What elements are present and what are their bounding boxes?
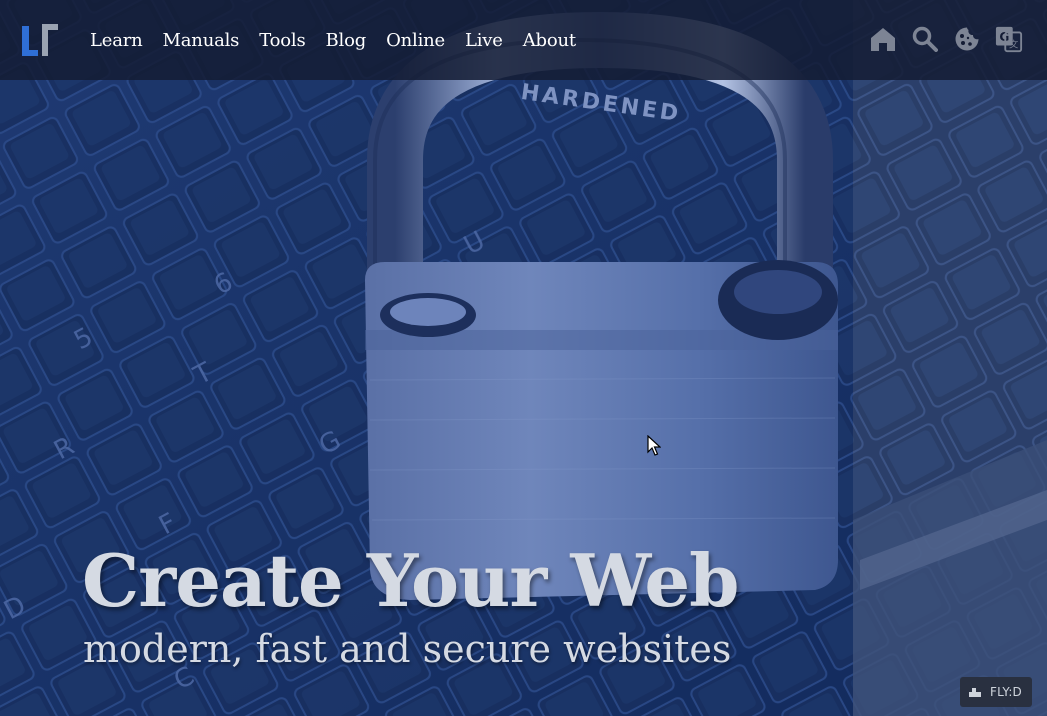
translate-button[interactable]: G 文 [995, 24, 1023, 54]
nav-blog[interactable]: Blog [326, 30, 367, 51]
svg-text:文: 文 [1009, 38, 1018, 50]
nav-tools[interactable]: Tools [259, 30, 305, 51]
site-logo[interactable] [20, 22, 60, 58]
home-icon [871, 28, 895, 51]
header-tools: G 文 [869, 24, 1023, 54]
nav-online[interactable]: Online [386, 30, 445, 51]
flyd-logo-icon [968, 688, 981, 697]
search-icon [912, 26, 938, 52]
mouse-cursor-icon [647, 435, 661, 456]
hero-title: Create Your Web [82, 538, 739, 623]
translate-icon: G 文 [995, 26, 1023, 53]
page: R T 5 6 F G D C U HARDENED Learn Manuals… [0, 0, 1047, 716]
flyd-badge[interactable]: FLY:D [959, 677, 1032, 707]
nav-manuals[interactable]: Manuals [163, 30, 240, 51]
top-navigation-bar: Learn Manuals Tools Blog Online Live Abo… [0, 0, 1047, 80]
main-nav: Learn Manuals Tools Blog Online Live Abo… [90, 26, 596, 54]
home-button[interactable] [869, 24, 897, 54]
flyd-badge-label: FLY:D [989, 685, 1022, 699]
hero-subtitle: modern, fast and secure websites [83, 627, 732, 671]
search-button[interactable] [911, 24, 939, 54]
nav-live[interactable]: Live [465, 30, 503, 51]
nav-learn[interactable]: Learn [90, 30, 143, 51]
cookie-settings-button[interactable] [953, 24, 981, 54]
cookie-icon [955, 27, 979, 51]
nav-about[interactable]: About [523, 30, 576, 51]
